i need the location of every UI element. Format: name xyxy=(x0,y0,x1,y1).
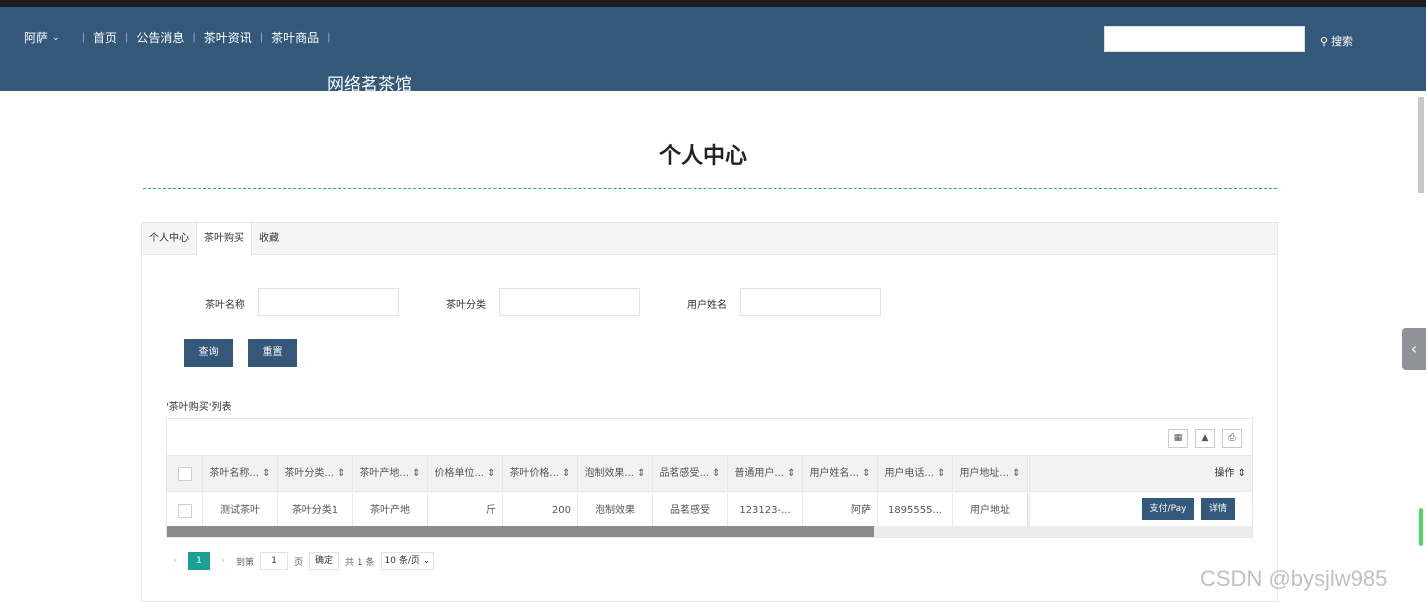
cell-tasting-notes: 品茗感受 xyxy=(653,493,728,529)
page-size-select[interactable]: 10 条/页 ⌄ xyxy=(380,552,435,570)
nav-notices[interactable]: 公告消息 xyxy=(136,29,184,46)
query-button[interactable]: 查询 xyxy=(184,339,233,367)
top-nav: 阿萨 ⌄ | 首页 | 公告消息 | 茶叶资讯 | 茶叶商品 | xyxy=(24,29,339,46)
col-header[interactable]: 用户电话... ⇕ xyxy=(878,456,953,491)
tab-bar: 个人中心 茶叶购买 收藏 xyxy=(142,223,1277,256)
total-count: 共 1 条 xyxy=(345,557,375,568)
cell-user-phone: 1895555... xyxy=(878,493,953,529)
pay-button[interactable]: 支付/Pay xyxy=(1142,498,1194,520)
row-checkbox[interactable] xyxy=(167,493,203,529)
ops-cell: 支付/Pay 详情 xyxy=(1029,493,1252,529)
cell-user-name: 阿萨 xyxy=(803,493,878,529)
side-panel-toggle[interactable]: ‹ xyxy=(1402,328,1426,370)
cell-tea-price: 200 xyxy=(503,493,578,529)
chevron-down-icon: ⌄ xyxy=(52,32,60,43)
tea-name-input[interactable] xyxy=(258,288,399,316)
tab-profile[interactable]: 个人中心 xyxy=(142,223,196,254)
nav-separator: | xyxy=(259,32,264,43)
watermark: CSDN @bysjlw985 xyxy=(1200,566,1388,591)
user-menu[interactable]: 阿萨 ⌄ xyxy=(24,29,60,46)
search-button-label: 搜索 xyxy=(1331,35,1354,48)
page-scrollbar-thumb[interactable] xyxy=(1418,97,1424,193)
cell-tea-category: 茶叶分类1 xyxy=(278,493,353,529)
user-name: 阿萨 xyxy=(24,31,49,45)
reset-button[interactable]: 重置 xyxy=(248,339,297,367)
chevron-left-icon: ‹ xyxy=(1410,339,1418,358)
nav-tea-goods[interactable]: 茶叶商品 xyxy=(271,29,319,46)
col-header[interactable]: 普通用户... ⇕ xyxy=(728,456,803,491)
nav-separator: | xyxy=(81,32,85,43)
page-jump-confirm[interactable]: 确定 xyxy=(309,552,340,570)
print-icon[interactable]: ⎙ xyxy=(1222,429,1242,448)
columns-filter-icon[interactable]: ▦ xyxy=(1168,429,1188,448)
title-divider xyxy=(143,188,1277,189)
tea-category-label: 茶叶分类 xyxy=(446,300,486,311)
col-header[interactable]: 用户姓名... ⇕ xyxy=(803,456,878,491)
table-row: 测试茶叶 茶叶分类1 茶叶产地 斤 200 泡制效果 品茗感受 123123-.… xyxy=(167,493,1028,529)
col-header[interactable]: 用户地址... ⇕ xyxy=(953,456,1028,491)
list-title: '茶叶购买'列表 xyxy=(166,402,232,413)
user-name-label: 用户姓名 xyxy=(687,300,727,311)
page-unit-label: 页 xyxy=(294,557,304,568)
search-button[interactable]: ⚲ 搜索 xyxy=(1320,33,1353,49)
content-panel: 个人中心 茶叶购买 收藏 xyxy=(141,222,1278,602)
table-toolbar: ▦ ▲ ⎙ xyxy=(167,419,1252,456)
page-number-current[interactable]: 1 xyxy=(188,552,210,570)
cell-tea-origin: 茶叶产地 xyxy=(353,493,428,529)
top-strip xyxy=(0,0,1426,7)
col-header[interactable]: 茶叶名称... ⇕ xyxy=(203,456,278,491)
scrollbar-thumb[interactable] xyxy=(167,526,874,537)
cell-user-account: 123123-... xyxy=(728,493,803,529)
pagination: ‹ 1 › 到第 1 页 确定 共 1 条 10 条/页 ⌄ xyxy=(166,551,435,571)
nav-separator: | xyxy=(192,32,196,43)
nav-tea-news[interactable]: 茶叶资讯 xyxy=(204,29,252,46)
cell-user-address: 用户地址 xyxy=(953,493,1028,529)
detail-button[interactable]: 详情 xyxy=(1201,498,1235,520)
tab-tea-purchase[interactable]: 茶叶购买 xyxy=(196,223,252,256)
data-table: ▦ ▲ ⎙ 茶叶名称... ⇕ 茶叶分类... ⇕ 茶叶产地... ⇕ 价格单位… xyxy=(166,418,1253,538)
site-brand: 网络茗茶馆 xyxy=(327,75,412,95)
search-input[interactable] xyxy=(1104,26,1305,52)
col-header[interactable]: 茶叶分类... ⇕ xyxy=(278,456,353,491)
site-header: 阿萨 ⌄ | 首页 | 公告消息 | 茶叶资讯 | 茶叶商品 | 网络茗茶馆 ⚲… xyxy=(0,7,1426,95)
tab-favorites[interactable]: 收藏 xyxy=(252,223,286,254)
search-icon: ⚲ xyxy=(1320,34,1329,48)
tea-name-label: 茶叶名称 xyxy=(205,300,245,311)
tea-category-input[interactable] xyxy=(499,288,640,316)
page-title: 个人中心 xyxy=(658,144,747,169)
export-icon[interactable]: ▲ xyxy=(1195,429,1215,448)
user-name-input[interactable] xyxy=(740,288,881,316)
select-all-checkbox[interactable] xyxy=(167,456,203,491)
goto-label: 到第 xyxy=(236,557,255,568)
ops-header: 操作 ⇕ xyxy=(1029,456,1252,492)
next-page-icon[interactable]: › xyxy=(214,556,232,566)
cell-tea-name: 测试茶叶 xyxy=(203,493,278,529)
prev-page-icon[interactable]: ‹ xyxy=(166,556,184,566)
page-jump-input[interactable]: 1 xyxy=(260,552,289,570)
cell-brew-effect: 泡制效果 xyxy=(578,493,653,529)
side-indicator xyxy=(1419,508,1423,546)
col-header[interactable]: 价格单位... ⇕ xyxy=(428,456,503,491)
col-header[interactable]: 泡制效果... ⇕ xyxy=(578,456,653,491)
nav-separator: | xyxy=(327,32,331,43)
col-header[interactable]: 品茗感受... ⇕ xyxy=(653,456,728,491)
horizontal-scrollbar[interactable] xyxy=(167,526,1252,537)
nav-home[interactable]: 首页 xyxy=(93,29,117,46)
col-header[interactable]: 茶叶价格... ⇕ xyxy=(503,456,578,491)
nav-separator: | xyxy=(124,32,129,43)
cell-price-unit: 斤 xyxy=(428,493,503,529)
col-header[interactable]: 茶叶产地... ⇕ xyxy=(353,456,428,491)
table-header-row: 茶叶名称... ⇕ 茶叶分类... ⇕ 茶叶产地... ⇕ 价格单位... ⇕ … xyxy=(167,456,1028,492)
